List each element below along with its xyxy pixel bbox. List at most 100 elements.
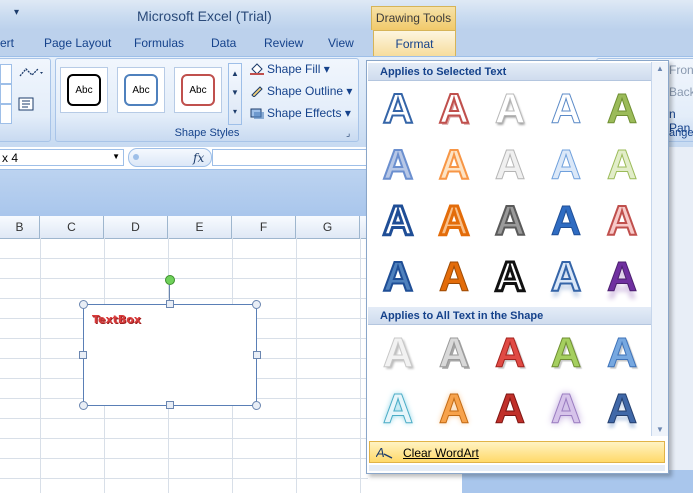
clear-wordart-label: Clear WordArt [403,446,479,460]
shape-outline-button[interactable]: Shape Outline ▾ [250,84,352,98]
rotation-handle[interactable] [165,275,175,285]
edit-shape-icon[interactable] [18,66,44,83]
wordart-style-23[interactable]: A [487,329,533,377]
resize-handle-left[interactable] [79,351,87,359]
grid-line [40,238,41,493]
scroll-up-icon[interactable]: ▲ [652,64,668,73]
tab-insert[interactable]: ert [0,36,14,50]
wordart-style-7[interactable]: A [431,140,477,189]
wordart-style-28[interactable]: A [487,385,533,433]
wordart-style-21[interactable]: A [375,329,421,377]
customize-qat-icon[interactable]: ▾ [14,7,19,18]
formula-input[interactable] [212,149,372,166]
right-pane-edge [669,147,693,493]
gallery-resize-grip[interactable] [369,465,665,471]
grid-line [0,478,368,479]
column-header-g[interactable]: G [296,216,360,238]
resize-handle-right[interactable] [253,351,261,359]
resize-handle-bottom-right[interactable] [252,401,261,410]
shape-style-label-2: Abc [124,74,158,106]
drawing-tools-header: Drawing Tools [371,6,456,30]
shape-outline-label: Shape Outline [267,84,344,98]
scroll-down-icon[interactable]: ▼ [652,425,668,434]
resize-handle-top[interactable] [166,300,174,308]
shape-style-swatch-2[interactable]: Abc [117,67,165,113]
shapes-gallery-scroll[interactable] [0,84,12,104]
tab-data[interactable]: Data [211,36,236,50]
wordart-style-5[interactable]: A [599,85,645,133]
svg-text:A: A [376,445,385,459]
shape-style-swatch-1[interactable]: Abc [60,67,108,113]
wordart-style-13[interactable]: A [487,196,533,245]
name-box-dropdown-icon[interactable]: ▼ [112,152,120,161]
wordart-style-30[interactable]: A [599,385,645,433]
section-selected-text-header: Applies to Selected Text [368,63,651,81]
send-to-back-button[interactable]: Back [669,85,693,99]
wordart-style-6[interactable]: A [375,140,421,189]
wordart-style-1[interactable]: A [375,84,421,133]
clear-wordart-button[interactable]: A Clear WordArt [369,441,665,463]
tab-format[interactable]: Format [373,30,456,57]
text-box-content[interactable]: TextBox [92,313,141,326]
wordart-style-16[interactable]: A [375,252,421,301]
wordart-style-8[interactable]: A [487,141,533,189]
dialog-launcher-icon[interactable]: ⌟ [346,128,350,139]
wordart-style-24[interactable]: A [543,329,589,377]
wordart-style-29[interactable]: A [543,385,589,433]
clear-wordart-icon: A [375,445,394,462]
resize-handle-top-left[interactable] [79,300,88,309]
wordart-style-27[interactable]: A [431,385,477,433]
resize-handle-bottom[interactable] [166,401,174,409]
shape-style-label-3: Abc [181,74,215,106]
arrange-group-label: ange [669,127,693,139]
wordart-styles-gallery: Applies to Selected Text A A A A A A A A… [366,60,669,474]
wordart-style-18[interactable]: A [487,252,533,302]
wordart-style-12[interactable]: A [431,196,477,246]
bring-to-front-button[interactable]: Front [669,63,693,77]
tab-page-layout[interactable]: Page Layout [44,36,111,50]
tab-formulas[interactable]: Formulas [134,36,184,50]
resize-handle-bottom-left[interactable] [79,401,88,410]
tab-view[interactable]: View [328,36,354,50]
column-header-d[interactable]: D [104,216,168,238]
shape-fill-label: Shape Fill [267,62,321,76]
formula-bar-expand-icon[interactable] [133,154,139,160]
wordart-style-14[interactable]: A [543,197,589,245]
wordart-style-3[interactable]: A [487,85,533,133]
shapes-gallery-more[interactable] [0,104,12,124]
title-bar [0,0,693,30]
shape-fill-icon [250,63,264,75]
wordart-style-9[interactable]: A [543,141,589,189]
text-box-icon[interactable] [18,97,34,114]
wordart-style-25[interactable]: A [599,329,645,377]
column-header-f[interactable]: F [232,216,296,238]
tab-review[interactable]: Review [264,36,303,50]
name-box[interactable]: x 4 ▼ [0,149,124,166]
column-header-b[interactable]: B [0,216,40,238]
grid-line [0,438,368,439]
shape-fill-button[interactable]: Shape Fill ▾ [250,62,330,76]
wordart-style-20[interactable]: A [599,253,645,301]
wordart-style-19[interactable]: A [543,252,589,301]
shape-style-swatch-3[interactable]: Abc [174,67,222,113]
wordart-style-15[interactable]: A [599,196,645,245]
window-title: Microsoft Excel (Trial) [137,8,272,24]
grid-line [0,458,368,459]
wordart-style-26[interactable]: A [375,385,421,433]
gallery-scrollbar[interactable]: ▲ ▼ [651,62,668,436]
shape-effects-button[interactable]: Shape Effects ▾ [250,106,351,120]
wordart-style-22[interactable]: A [431,329,477,377]
resize-handle-top-right[interactable] [252,300,261,309]
wordart-style-11[interactable]: A [375,196,421,246]
wordart-style-2[interactable]: A [431,84,477,133]
section-all-text-header: Applies to All Text in the Shape [368,307,651,325]
wordart-style-4[interactable]: A [543,85,589,133]
column-header-e[interactable]: E [168,216,232,238]
shapes-gallery-edge[interactable] [0,64,12,84]
column-header-c[interactable]: C [40,216,104,238]
shape-styles-gallery-scroll[interactable]: ▲ ▼ ▾ [228,63,242,125]
insert-function-icon[interactable]: fx [193,151,204,165]
wordart-style-10[interactable]: A [599,141,645,189]
wordart-style-17[interactable]: A [431,253,477,301]
grid-line [0,258,368,259]
